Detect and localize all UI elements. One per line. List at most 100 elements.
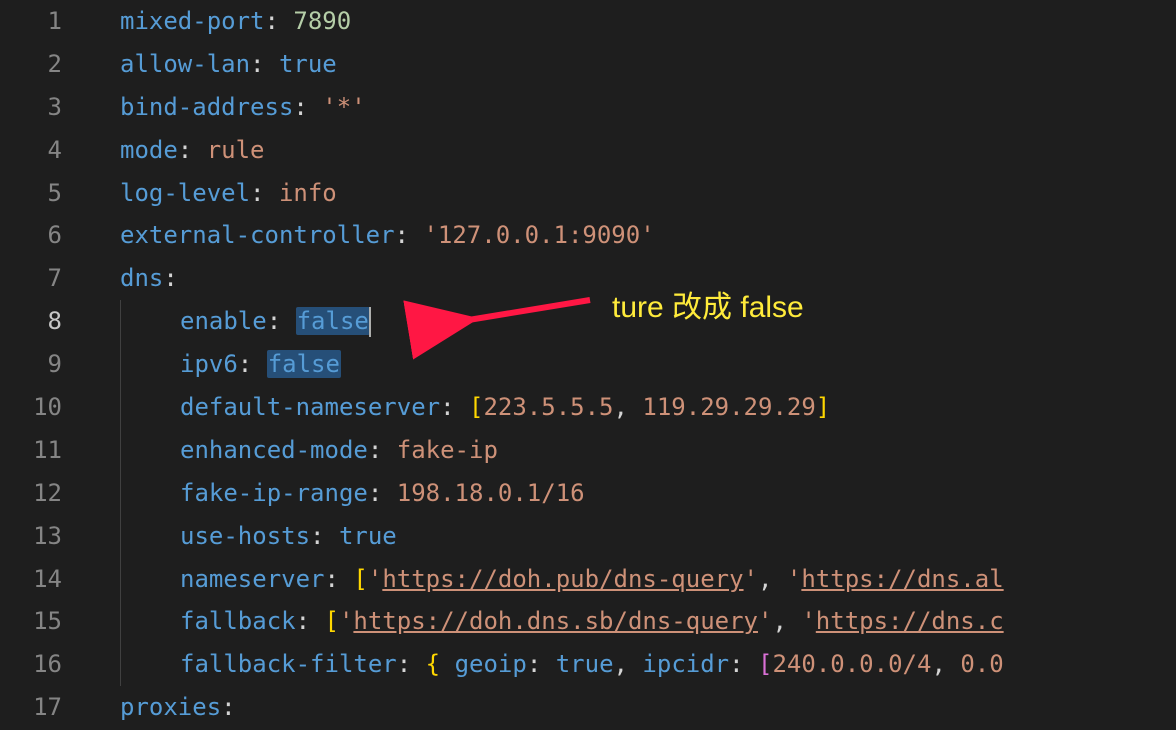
- token-val: 0.0: [960, 650, 1003, 678]
- yaml-key: allow-lan: [120, 50, 250, 78]
- yaml-key: enable: [180, 307, 267, 335]
- line-number: 3: [0, 86, 62, 129]
- token-colon: :: [729, 650, 758, 678]
- yaml-key: bind-address: [120, 93, 293, 121]
- token-punct: ,: [758, 565, 787, 593]
- token-punct: ,: [614, 393, 643, 421]
- code-line[interactable]: allow-lan: true: [90, 43, 1176, 86]
- token-colon: :: [250, 50, 279, 78]
- token-val: 119.29.29.29: [642, 393, 815, 421]
- code-line[interactable]: default-nameserver: [223.5.5.5, 119.29.2…: [90, 386, 1176, 429]
- token-str: ': [368, 565, 382, 593]
- token-str: ': [787, 565, 801, 593]
- token-brkt: [: [353, 565, 367, 593]
- yaml-key: proxies: [120, 693, 221, 721]
- code-line[interactable]: dns:: [90, 257, 1176, 300]
- token-val: fake-ip: [397, 436, 498, 464]
- token-colon: :: [368, 436, 397, 464]
- line-number: 1: [0, 0, 62, 43]
- token-colon: :: [395, 221, 424, 249]
- token-num: 7890: [293, 7, 351, 35]
- line-number: 10: [0, 386, 62, 429]
- token-colon: :: [267, 307, 296, 335]
- code-line[interactable]: fake-ip-range: 198.18.0.1/16: [90, 472, 1176, 515]
- token-bool: true: [556, 650, 614, 678]
- line-number: 15: [0, 600, 62, 643]
- token-colon: :: [293, 93, 322, 121]
- token-brkt: ]: [816, 393, 830, 421]
- yaml-key: enhanced-mode: [180, 436, 368, 464]
- token-bool: true: [279, 50, 337, 78]
- url-link[interactable]: https://doh.pub/dns-query: [382, 565, 743, 593]
- code-area[interactable]: mixed-port: 7890allow-lan: truebind-addr…: [90, 0, 1176, 730]
- yaml-key: dns: [120, 264, 163, 292]
- token-bool: false: [296, 307, 370, 335]
- url-link[interactable]: https://dns.c: [816, 607, 1004, 635]
- code-line[interactable]: log-level: info: [90, 172, 1176, 215]
- token-bool: true: [339, 522, 397, 550]
- token-colon: :: [310, 522, 339, 550]
- url-link[interactable]: https://dns.al: [801, 565, 1003, 593]
- code-line[interactable]: nameserver: ['https://doh.pub/dns-query'…: [90, 558, 1176, 601]
- code-line[interactable]: enhanced-mode: fake-ip: [90, 429, 1176, 472]
- line-number: 8: [0, 300, 62, 343]
- code-line[interactable]: enable: false: [90, 300, 1176, 343]
- line-number: 9: [0, 343, 62, 386]
- token-colon: :: [325, 565, 354, 593]
- token-colon: :: [296, 607, 325, 635]
- code-line[interactable]: mixed-port: 7890: [90, 0, 1176, 43]
- token-punct: [440, 650, 454, 678]
- yaml-key: default-nameserver: [180, 393, 440, 421]
- line-number: 2: [0, 43, 62, 86]
- code-editor[interactable]: 1234567891011121314151617 mixed-port: 78…: [0, 0, 1176, 730]
- line-number: 16: [0, 643, 62, 686]
- token-colon: :: [238, 350, 267, 378]
- token-bool: false: [267, 350, 341, 378]
- line-number: 11: [0, 429, 62, 472]
- code-line[interactable]: ipv6: false: [90, 343, 1176, 386]
- token-val: 240.0.0.0/4: [772, 650, 931, 678]
- code-line[interactable]: mode: rule: [90, 129, 1176, 172]
- token-colon: :: [250, 179, 279, 207]
- line-number: 13: [0, 515, 62, 558]
- yaml-key: fallback-filter: [180, 650, 397, 678]
- token-colon: :: [527, 650, 556, 678]
- yaml-key: mode: [120, 136, 178, 164]
- token-colon: :: [265, 7, 294, 35]
- token-punct: ,: [614, 650, 643, 678]
- yaml-key: mixed-port: [120, 7, 265, 35]
- yaml-key: geoip: [455, 650, 527, 678]
- yaml-key: use-hosts: [180, 522, 310, 550]
- token-str: '127.0.0.1:9090': [423, 221, 654, 249]
- token-punct: ,: [931, 650, 960, 678]
- line-number: 12: [0, 472, 62, 515]
- yaml-key: nameserver: [180, 565, 325, 593]
- code-line[interactable]: fallback: ['https://doh.dns.sb/dns-query…: [90, 600, 1176, 643]
- token-str: '*': [322, 93, 365, 121]
- token-val: info: [279, 179, 337, 207]
- text-cursor: [369, 307, 371, 337]
- yaml-key: ipcidr: [642, 650, 729, 678]
- code-line[interactable]: bind-address: '*': [90, 86, 1176, 129]
- code-line[interactable]: external-controller: '127.0.0.1:9090': [90, 214, 1176, 257]
- code-line[interactable]: proxies:: [90, 686, 1176, 729]
- line-number: 17: [0, 686, 62, 729]
- token-punct: ,: [772, 607, 801, 635]
- token-brkt: {: [426, 650, 440, 678]
- token-str: ': [758, 607, 772, 635]
- yaml-key: ipv6: [180, 350, 238, 378]
- token-colon: :: [221, 693, 235, 721]
- line-number: 6: [0, 214, 62, 257]
- token-str: ': [801, 607, 815, 635]
- code-line[interactable]: use-hosts: true: [90, 515, 1176, 558]
- line-number: 5: [0, 172, 62, 215]
- token-colon: :: [368, 479, 397, 507]
- yaml-key: external-controller: [120, 221, 395, 249]
- url-link[interactable]: https://doh.dns.sb/dns-query: [353, 607, 758, 635]
- line-number: 14: [0, 558, 62, 601]
- token-val: 198.18.0.1/16: [397, 479, 585, 507]
- token-colon: :: [440, 393, 469, 421]
- code-line[interactable]: fallback-filter: { geoip: true, ipcidr: …: [90, 643, 1176, 686]
- token-str: ': [744, 565, 758, 593]
- token-val: 223.5.5.5: [483, 393, 613, 421]
